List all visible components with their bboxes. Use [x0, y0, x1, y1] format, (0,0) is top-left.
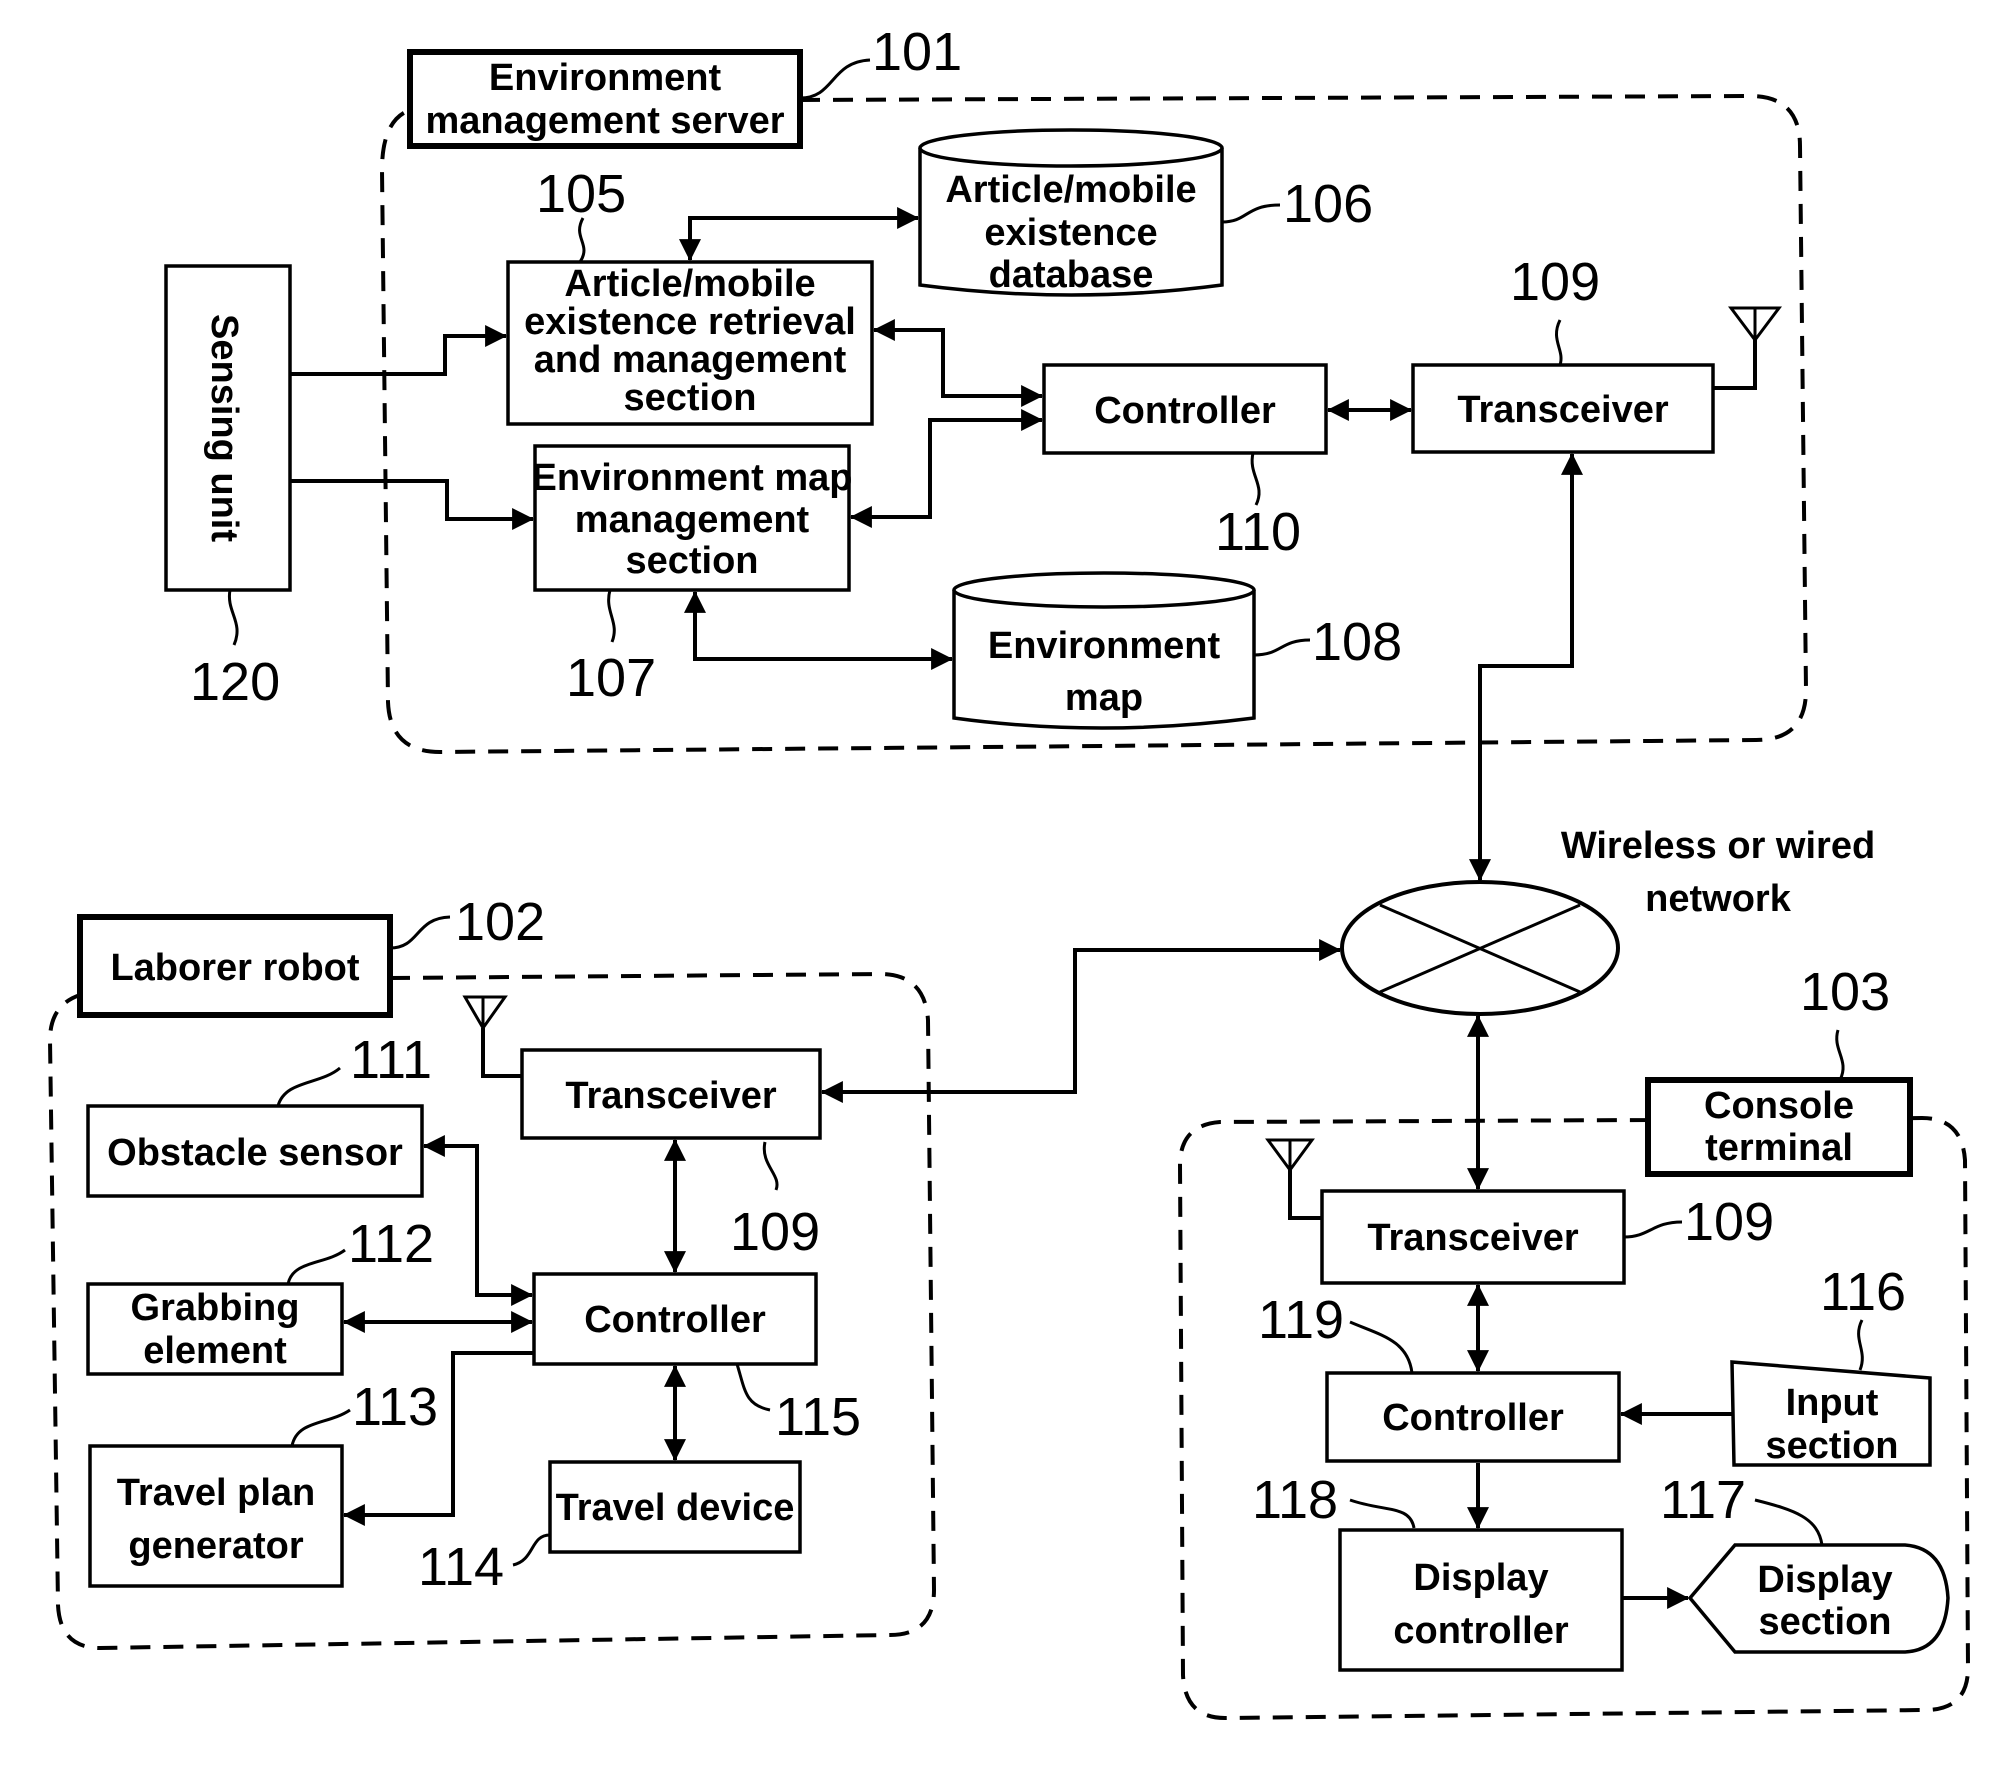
env-map-line2: map [1065, 677, 1143, 719]
arrow-network-server [1469, 452, 1583, 882]
ref-103: 103 [1800, 962, 1890, 1022]
ref-111: 111 [350, 1030, 432, 1090]
environment-server-group: Environment management server 101 Articl… [379, 22, 1809, 755]
ref-115: 115 [775, 1387, 861, 1447]
network-label-line1: Wireless or wired [1561, 825, 1875, 867]
leader-102 [389, 915, 451, 950]
display-section-line2: section [1758, 1601, 1891, 1643]
leader-117 [1754, 1498, 1824, 1546]
leader-114 [512, 1533, 551, 1567]
leader-103 [1835, 1029, 1845, 1081]
display-section-line1: Display [1757, 1559, 1892, 1601]
article-manager-line4: section [623, 377, 756, 419]
ref-114: 114 [418, 1537, 504, 1597]
ref-101: 101 [872, 22, 962, 82]
server-controller-label: Controller [1094, 390, 1276, 432]
leader-robot-109 [762, 1141, 779, 1191]
leader-110 [1250, 452, 1261, 506]
environment-server-title-line1: Environment [489, 57, 722, 99]
robot-transceiver-label: Transceiver [565, 1075, 776, 1117]
ref-118: 118 [1252, 1470, 1338, 1530]
environment-server-title-line2: management server [425, 100, 784, 142]
ref-117: 117 [1660, 1470, 1746, 1530]
ref-113: 113 [352, 1377, 438, 1437]
ref-110: 110 [1215, 502, 1301, 562]
ref-105: 105 [536, 164, 626, 224]
article-db-line2: existence [984, 212, 1157, 254]
ref-112: 112 [348, 1214, 434, 1274]
console-terminal-group: Console terminal 103 Transceiver 109 Con… [1177, 962, 1971, 1721]
server-antenna-icon [1713, 306, 1782, 390]
travel-plan-line2: generator [128, 1525, 303, 1567]
sensing-unit-label: Sensing unit [203, 314, 245, 542]
arrow-map-envmap [684, 590, 954, 670]
ref-116: 116 [1820, 1262, 1906, 1322]
ref-106: 106 [1283, 174, 1373, 234]
leader-120 [227, 589, 239, 646]
leader-server-109 [1554, 319, 1563, 366]
article-manager-line2: existence retrieval [524, 301, 856, 343]
input-section-line2: section [1765, 1425, 1898, 1467]
env-map-line1: Environment [988, 625, 1221, 667]
ref-console-109: 109 [1684, 1192, 1774, 1252]
robot-controller-label: Controller [584, 1299, 766, 1341]
arrow-controller-obstacle [422, 1135, 534, 1306]
display-controller-line1: Display [1413, 1557, 1548, 1599]
arrow-sensing-to-article [290, 325, 508, 376]
leader-111 [276, 1066, 341, 1107]
leader-115 [735, 1363, 771, 1412]
network-node: Wireless or wired network [1340, 825, 1875, 1016]
leader-console-109 [1623, 1220, 1683, 1239]
ref-119: 119 [1258, 1290, 1344, 1350]
laborer-robot-group: Laborer robot 102 Transceiver 109 Obstac… [47, 892, 937, 1651]
leader-106 [1221, 203, 1281, 224]
input-section-line1: Input [1786, 1382, 1879, 1424]
ref-107: 107 [566, 648, 656, 708]
ref-server-109: 109 [1510, 252, 1600, 312]
leader-112 [286, 1248, 346, 1285]
leader-108 [1253, 638, 1311, 657]
ref-102: 102 [455, 892, 545, 952]
leader-119 [1349, 1320, 1414, 1374]
arrow-map-controller [849, 409, 1044, 528]
sensing-unit[interactable]: Sensing unit 120 [164, 264, 292, 712]
network-label-line2: network [1645, 878, 1792, 920]
article-db-line1: Article/mobile [945, 169, 1196, 211]
leader-116 [1857, 1319, 1864, 1371]
ref-108: 108 [1312, 612, 1402, 672]
ref-120: 120 [190, 652, 280, 712]
travel-device-label: Travel device [556, 1487, 795, 1529]
robot-antenna-icon [462, 995, 522, 1078]
laborer-robot-title: Laborer robot [110, 947, 359, 989]
map-manager-line3: section [625, 540, 758, 582]
arrow-article-db [679, 207, 920, 262]
leader-113 [290, 1408, 351, 1447]
grabbing-element-line2: element [143, 1330, 287, 1372]
arrow-sensing-to-map [290, 479, 535, 530]
article-manager-line1: Article/mobile [564, 263, 815, 305]
system-diagram: Environment management server 101 Articl… [47, 22, 1971, 1721]
article-db-line3: database [989, 254, 1154, 296]
server-connections [290, 207, 1583, 882]
map-manager-line1: Environment map [532, 457, 853, 499]
console-transceiver-label: Transceiver [1367, 1217, 1578, 1259]
console-title-line2: terminal [1705, 1127, 1853, 1169]
article-manager-line3: and management [534, 339, 847, 381]
leader-101 [799, 58, 871, 100]
leader-118 [1349, 1498, 1416, 1529]
console-controller-label: Controller [1382, 1397, 1564, 1439]
arrow-network-robot [820, 939, 1342, 1103]
console-title-line1: Console [1704, 1085, 1854, 1127]
grabbing-element-line1: Grabbing [131, 1287, 300, 1329]
arrow-article-controller [872, 319, 1044, 407]
ref-robot-109: 109 [730, 1202, 820, 1262]
console-antenna-icon [1265, 1138, 1322, 1220]
server-transceiver-label: Transceiver [1457, 389, 1668, 431]
display-controller-line2: controller [1393, 1610, 1568, 1652]
map-manager-line2: management [575, 499, 810, 541]
leader-107 [607, 589, 616, 643]
obstacle-sensor-label: Obstacle sensor [107, 1132, 403, 1174]
leader-105 [578, 217, 586, 263]
travel-plan-line1: Travel plan [117, 1472, 316, 1514]
